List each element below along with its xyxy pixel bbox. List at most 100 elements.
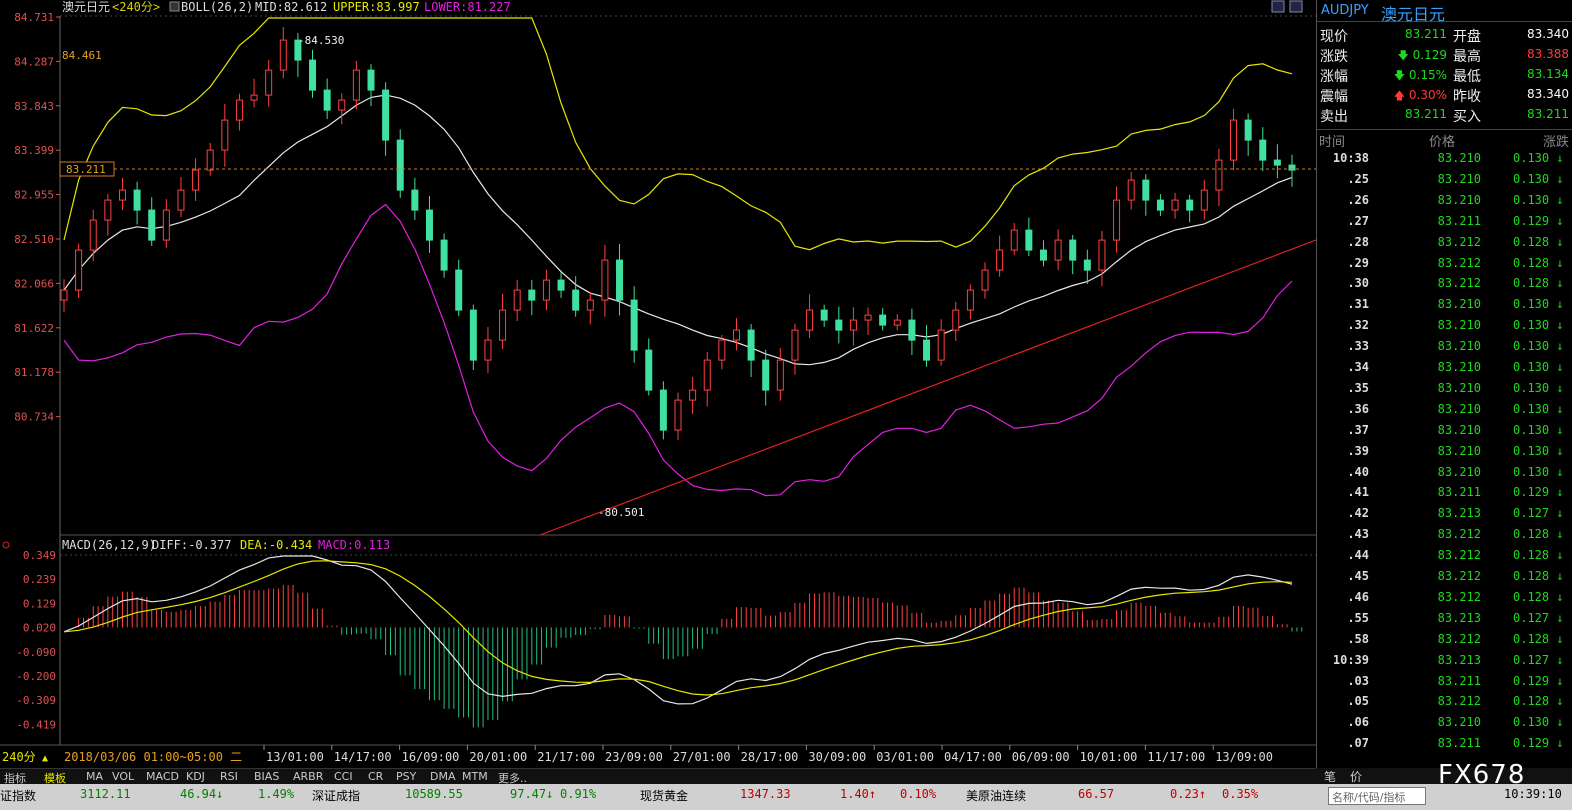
- tab-psy[interactable]: PSY: [396, 770, 416, 783]
- current-price-tag: 83.211: [66, 163, 106, 176]
- tick-price: 83.210: [1437, 443, 1481, 458]
- tick-row[interactable]: .55 83.213 0.127 ↓: [1317, 611, 1572, 632]
- arrow-down-icon: ↓: [1549, 652, 1564, 667]
- price-tick-label: 82.510: [14, 233, 54, 246]
- tick-time: .58: [1347, 631, 1369, 646]
- candle-body: [60, 289, 68, 301]
- tab-trades[interactable]: 笔: [1324, 768, 1336, 785]
- quote-label: 震幅: [1320, 89, 1348, 105]
- tick-row[interactable]: .29 83.212 0.128 ↓: [1317, 256, 1572, 277]
- window-close-icon[interactable]: [1289, 0, 1303, 13]
- tick-change: 0.130 ↓: [1513, 151, 1564, 165]
- quote-value: 🡅 0.30%: [1393, 88, 1447, 102]
- tab-ma[interactable]: MA: [86, 770, 103, 783]
- candle-body: [162, 209, 170, 241]
- quote-value: 🡇 0.15%: [1393, 68, 1447, 82]
- candle-body: [104, 199, 112, 221]
- candle-body: [616, 259, 624, 301]
- tab-vol[interactable]: VOL: [112, 770, 134, 783]
- candle-body: [235, 99, 243, 121]
- tab-cci[interactable]: CCI: [334, 770, 353, 783]
- tick-price: 83.210: [1437, 339, 1481, 354]
- tick-row[interactable]: .44 83.212 0.128 ↓: [1317, 548, 1572, 569]
- tick-row[interactable]: .41 83.211 0.129 ↓: [1317, 485, 1572, 506]
- tick-row[interactable]: .07 83.211 0.129 ↓: [1317, 736, 1572, 757]
- tick-row[interactable]: .05 83.212 0.128 ↓: [1317, 694, 1572, 715]
- quote-label: 涨幅: [1320, 69, 1348, 85]
- arrow-down-icon: ↓: [1549, 589, 1564, 604]
- candle-body: [908, 319, 916, 341]
- quote-row: 震幅 🡅 0.30% 昨收 83.340: [1317, 85, 1572, 105]
- tab-mtm[interactable]: MTM: [462, 770, 488, 783]
- tab-rsi[interactable]: RSI: [220, 770, 238, 783]
- tick-row[interactable]: .46 83.212 0.128 ↓: [1317, 590, 1572, 611]
- candle-body: [1186, 199, 1194, 211]
- tick-time: .35: [1347, 380, 1369, 395]
- tick-row[interactable]: .27 83.211 0.129 ↓: [1317, 214, 1572, 235]
- window-restore-icon[interactable]: [1271, 0, 1285, 13]
- macd-tick-label: -0.419: [16, 718, 56, 731]
- tick-row[interactable]: .26 83.210 0.130 ↓: [1317, 193, 1572, 214]
- status-value: 3112.11: [80, 787, 131, 801]
- tick-row[interactable]: .34 83.210 0.130 ↓: [1317, 360, 1572, 381]
- candle-body: [1156, 199, 1164, 211]
- tick-row[interactable]: .33 83.210 0.130 ↓: [1317, 339, 1572, 360]
- quote-label: 涨跌: [1320, 49, 1348, 65]
- tab-cr[interactable]: CR: [368, 770, 383, 783]
- tick-row[interactable]: .42 83.213 0.127 ↓: [1317, 506, 1572, 527]
- status-percent: 0.91%: [560, 787, 597, 801]
- candle-body: [1083, 259, 1091, 271]
- tick-row[interactable]: .03 83.211 0.129 ↓: [1317, 674, 1572, 695]
- tick-row[interactable]: .35 83.210 0.130 ↓: [1317, 381, 1572, 402]
- tick-row[interactable]: .43 83.212 0.128 ↓: [1317, 527, 1572, 548]
- candle-body: [835, 319, 843, 331]
- tick-time: .25: [1347, 171, 1369, 186]
- tick-price: 83.213: [1437, 610, 1481, 625]
- period-dropdown-icon[interactable]: ▲: [42, 753, 48, 764]
- tick-row[interactable]: .30 83.212 0.128 ↓: [1317, 276, 1572, 297]
- arrow-down-icon: ↓: [1549, 631, 1564, 646]
- tick-row[interactable]: .06 83.210 0.130 ↓: [1317, 715, 1572, 736]
- time-tick-label: 13/09:00: [1215, 750, 1273, 764]
- sidebar-name: 澳元日元: [1381, 5, 1446, 24]
- tick-row[interactable]: 10:39 83.213 0.127 ↓: [1317, 653, 1572, 674]
- tab-macd[interactable]: MACD: [146, 770, 179, 783]
- candle-body: [279, 39, 287, 71]
- tick-row[interactable]: .58 83.212 0.128 ↓: [1317, 632, 1572, 653]
- tab-price[interactable]: 价: [1350, 768, 1362, 785]
- tick-time: .27: [1347, 213, 1369, 228]
- boll-upper: UPPER:83.997: [333, 0, 420, 14]
- time-tick-label: 06/09:00: [1012, 750, 1070, 764]
- period-button[interactable]: 240分: [2, 750, 36, 764]
- arrow-down-icon: ↓: [1549, 297, 1564, 312]
- tab-bias[interactable]: BIAS: [254, 770, 279, 783]
- tick-row[interactable]: .36 83.210 0.130 ↓: [1317, 402, 1572, 423]
- tick-row[interactable]: .45 83.212 0.128 ↓: [1317, 569, 1572, 590]
- search-input[interactable]: 名称/代码/指标: [1328, 787, 1426, 805]
- tick-row[interactable]: .28 83.212 0.128 ↓: [1317, 235, 1572, 256]
- chart-area[interactable]: 84.731 84.287 83.843 83.399 82.955 82.510 82.0…: [0, 0, 1316, 768]
- tick-row[interactable]: .40 83.210 0.130 ↓: [1317, 465, 1572, 486]
- tick-price: 83.212: [1437, 589, 1481, 604]
- tick-row[interactable]: .31 83.210 0.130 ↓: [1317, 297, 1572, 318]
- arrow-down-icon: ↓: [1549, 213, 1564, 228]
- candle-body: [1244, 119, 1252, 141]
- arrow-down-icon: ↓: [1549, 673, 1564, 688]
- arrow-down-icon: ↓: [1549, 276, 1564, 291]
- tick-row[interactable]: .25 83.210 0.130 ↓: [1317, 172, 1572, 193]
- status-value: 1347.33: [740, 787, 791, 801]
- tick-change: 0.129 ↓: [1513, 673, 1564, 688]
- status-change: 0.23↑: [1170, 787, 1207, 801]
- candle-body: [367, 69, 375, 91]
- tick-row[interactable]: 10:38 83.210 0.130 ↓: [1317, 151, 1572, 172]
- tab-arbr[interactable]: ARBR: [293, 770, 323, 783]
- tab-kdj[interactable]: KDJ: [186, 770, 205, 783]
- tick-row[interactable]: .39 83.210 0.130 ↓: [1317, 444, 1572, 465]
- tick-row[interactable]: .37 83.210 0.130 ↓: [1317, 423, 1572, 444]
- tick-change: 0.128 ↓: [1513, 548, 1564, 563]
- macd-header: MACD(26,12,9) DIFF:-0.377 DEA:-0.434 MAC…: [2, 538, 390, 552]
- tick-row[interactable]: .32 83.210 0.130 ↓: [1317, 318, 1572, 339]
- tab-dma[interactable]: DMA: [430, 770, 456, 783]
- quote-label: 买入: [1453, 109, 1481, 125]
- arrow-down-icon: ↓: [1549, 151, 1564, 165]
